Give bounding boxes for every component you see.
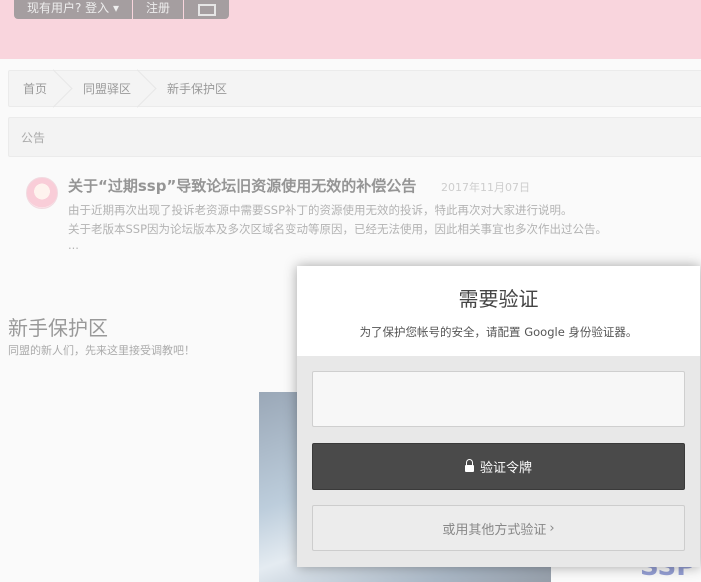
token-input[interactable] bbox=[312, 371, 685, 427]
alternate-verification-label: 或用其他方式验证 bbox=[442, 522, 547, 538]
modal-header: 需要验证 为了保护您帐号的安全，请配置 Google 身份验证器。 bbox=[297, 266, 700, 356]
verification-modal: 需要验证 为了保护您帐号的安全，请配置 Google 身份验证器。 验证令牌 或… bbox=[297, 266, 700, 567]
verify-token-label: 验证令牌 bbox=[479, 461, 532, 476]
alternate-verification-button[interactable]: 或用其他方式验证 › bbox=[312, 505, 685, 551]
modal-subtitle: 为了保护您帐号的安全，请配置 Google 身份验证器。 bbox=[359, 325, 638, 339]
verify-token-button[interactable]: 验证令牌 bbox=[312, 443, 685, 490]
chevron-right-icon: › bbox=[549, 520, 555, 536]
modal-title: 需要验证 bbox=[458, 287, 539, 311]
lock-icon bbox=[464, 458, 474, 472]
